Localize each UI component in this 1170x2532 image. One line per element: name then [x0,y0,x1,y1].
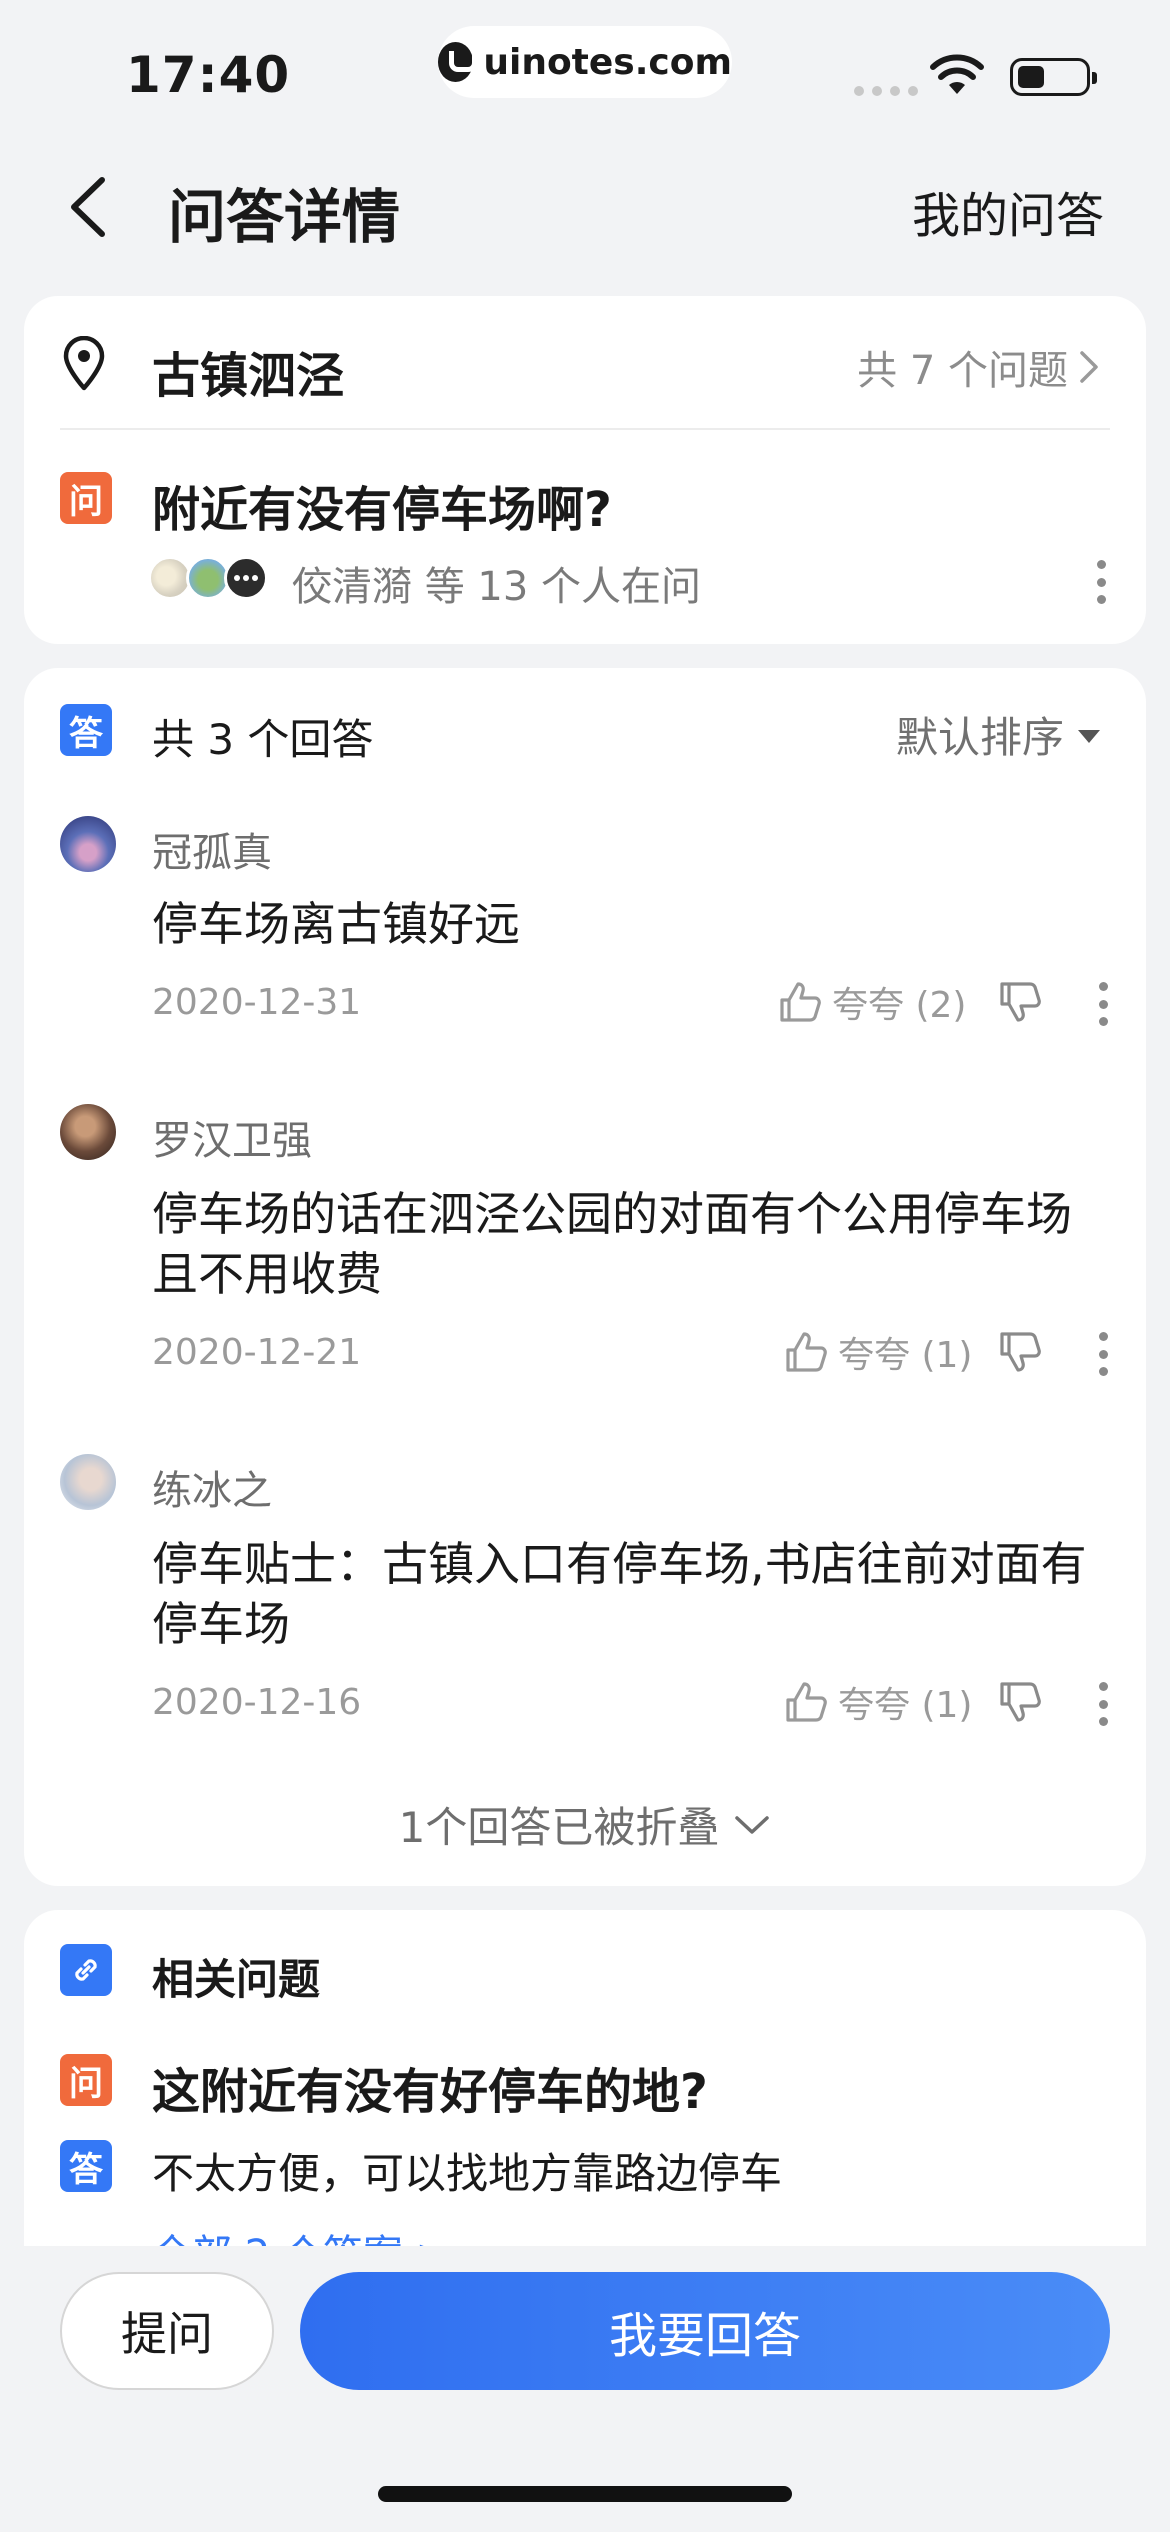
asker-avatars [148,556,268,600]
related-answer: 不太方便，可以找地方靠路边停车 [152,2149,783,2198]
answer-date: 2020-12-21 [152,1332,362,1373]
ask-question-button[interactable]: 提问 [60,2272,274,2390]
answer-user-name[interactable]: 冠孤真 [152,820,272,878]
folded-note-text: 1个回答已被折叠 [398,1803,720,1852]
question-count-text: 共 7 个问题 [857,348,1068,394]
like-count: 夸夸 (1) [838,1685,973,1726]
like-count: 夸夸 (1) [838,1335,973,1376]
write-answer-button[interactable]: 我要回答 [300,2272,1110,2390]
home-indicator[interactable] [378,2486,792,2502]
question-badge: 问 [60,472,112,524]
answer-badge: 答 [60,704,112,756]
cellular-signal-icon [854,86,918,96]
chevron-right-icon [1080,351,1098,383]
answer-text: 停车贴士：古镇入口有停车场,书店往前对面有停车场 [152,1537,1087,1651]
watermark: uinotes.com [438,26,732,98]
answer-more-icon[interactable] [1097,1682,1109,1726]
thumbs-down-icon[interactable] [996,978,1044,1026]
sort-dropdown[interactable]: 默认排序 [896,704,1100,765]
page-title: 问答详情 [168,183,401,251]
answer-date: 2020-12-31 [152,982,362,1023]
answer-user-name[interactable]: 练冰之 [152,1458,272,1516]
my-answers-link[interactable]: 我的问答 [912,176,1104,246]
askers-text: 佼清漪 等 13 个人在问 [292,564,702,610]
divider [60,428,1110,430]
answer-date: 2020-12-16 [152,1682,362,1723]
back-arrow-icon[interactable] [60,172,120,242]
thumbs-up-icon [780,982,821,1022]
place-name: 古镇泗泾 [152,348,345,404]
watermark-text: uinotes.com [483,41,732,83]
question-more-icon[interactable] [1095,560,1107,604]
watermark-logo-icon [438,42,478,82]
related-title: 相关问题 [152,1955,321,2004]
link-badge [60,1944,112,1996]
status-time: 17:40 [126,46,291,104]
answer-user-name[interactable]: 罗汉卫强 [152,1108,312,1166]
avatar[interactable] [60,816,116,872]
caret-down-icon [1078,730,1100,743]
like-count: 夸夸 (2) [832,985,967,1026]
question-title: 附近有没有停车场啊? [152,482,612,538]
question-badge: 问 [60,2054,112,2106]
wifi-icon [930,54,984,94]
answers-count: 共 3 个回答 [152,715,374,764]
thumbs-up-icon [786,1332,827,1372]
thumbs-down-icon[interactable] [996,1678,1044,1726]
like-button[interactable]: 夸夸 (1) [782,1676,972,1728]
like-button[interactable]: 夸夸 (1) [782,1326,972,1378]
answer-more-icon[interactable] [1097,982,1109,1026]
battery-icon [1010,58,1097,96]
answer-text: 停车场的话在泗泾公园的对面有个公用停车场且不用收费 [152,1187,1072,1301]
avatar[interactable] [60,1454,116,1510]
more-askers-icon [224,556,268,600]
chevron-down-icon [735,1815,770,1834]
question-count-link[interactable]: 共 7 个问题 [857,338,1100,396]
related-question[interactable]: 这附近有没有好停车的地? [152,2052,708,2122]
link-icon [75,1959,97,1981]
answer-badge: 答 [60,2140,112,2192]
answer-text: 停车场离古镇好远 [152,897,520,951]
sort-label: 默认排序 [895,713,1064,762]
folded-answers-toggle[interactable]: 1个回答已被折叠 [0,1794,1170,1855]
avatar[interactable] [60,1104,116,1160]
answer-more-icon[interactable] [1097,1332,1109,1376]
thumbs-up-icon [786,1682,827,1722]
like-button[interactable]: 夸夸 (2) [776,976,966,1028]
thumbs-down-icon[interactable] [996,1328,1044,1376]
location-pin-icon [63,336,105,391]
